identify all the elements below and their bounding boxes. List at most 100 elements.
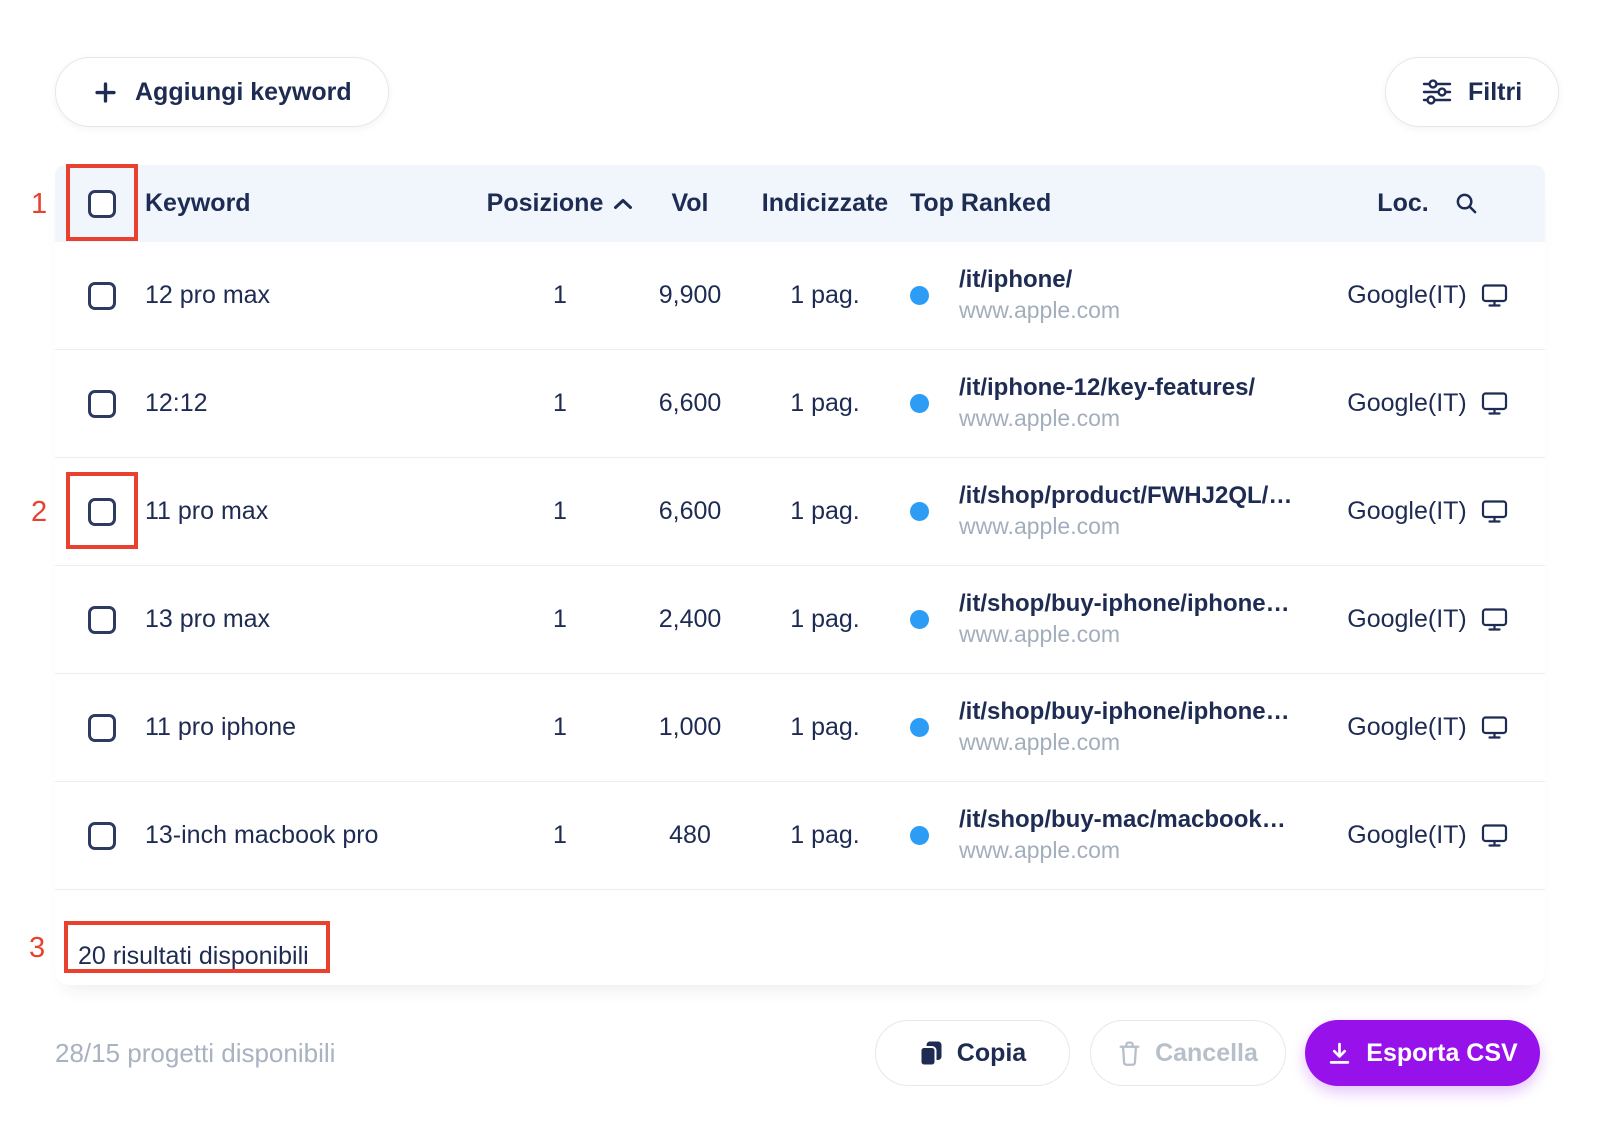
keyword-label: 13-inch macbook pro bbox=[145, 821, 378, 849]
header-volume[interactable]: Vol bbox=[640, 189, 740, 218]
location-cell: Google(IT) bbox=[1335, 605, 1520, 634]
trash-icon bbox=[1118, 1040, 1141, 1067]
position-cell: 1 bbox=[480, 821, 640, 850]
desktop-device-icon bbox=[1481, 283, 1508, 308]
header-location: Loc. bbox=[1335, 189, 1520, 218]
position-cell: 1 bbox=[480, 497, 640, 526]
top-ranked-text: /it/iphone/ www.apple.com bbox=[959, 265, 1120, 325]
add-keyword-button[interactable]: Aggiungi keyword bbox=[55, 57, 389, 127]
position-cell: 1 bbox=[480, 713, 640, 742]
position-cell: 1 bbox=[480, 389, 640, 418]
rank-status-dot bbox=[910, 394, 929, 413]
top-ranked-text: /it/iphone-12/key-features/ www.apple.co… bbox=[959, 373, 1255, 433]
rank-status-dot bbox=[910, 826, 929, 845]
top-ranked-cell: /it/shop/buy-iphone/iphone… www.apple.co… bbox=[910, 697, 1335, 757]
keyword-cell: 12:12 bbox=[145, 389, 480, 418]
location-cell: Google(IT) bbox=[1335, 821, 1520, 850]
row-checkbox[interactable] bbox=[88, 606, 116, 634]
results-bar: 20 risultati disponibili bbox=[55, 927, 1545, 985]
select-all-checkbox[interactable] bbox=[88, 190, 116, 218]
header-position-label: Posizione bbox=[487, 189, 604, 218]
location-label: Google(IT) bbox=[1347, 713, 1466, 742]
indexed-cell: 1 pag. bbox=[740, 497, 910, 526]
search-icon[interactable] bbox=[1455, 192, 1478, 215]
top-ranked-domain: www.apple.com bbox=[959, 512, 1292, 541]
top-ranked-path[interactable]: /it/iphone/ bbox=[959, 265, 1120, 296]
keyword-label: 11 pro iphone bbox=[145, 713, 296, 741]
top-ranked-path[interactable]: /it/shop/buy-iphone/iphone… bbox=[959, 589, 1290, 620]
top-ranked-domain: www.apple.com bbox=[959, 296, 1120, 325]
top-ranked-path[interactable]: /it/shop/buy-mac/macbook… bbox=[959, 805, 1286, 836]
row-checkbox[interactable] bbox=[88, 498, 116, 526]
projects-available-label: 28/15 progetti disponibili bbox=[55, 1038, 335, 1069]
row-checkbox[interactable] bbox=[88, 714, 116, 742]
top-ranked-domain: www.apple.com bbox=[959, 404, 1255, 433]
header-top-ranked[interactable]: Top Ranked bbox=[910, 189, 1335, 218]
location-label: Google(IT) bbox=[1347, 605, 1466, 634]
annotation-number-3: 3 bbox=[29, 932, 45, 965]
volume-cell: 480 bbox=[640, 821, 740, 850]
export-csv-label: Esporta CSV bbox=[1366, 1039, 1517, 1068]
copy-label: Copia bbox=[957, 1039, 1026, 1068]
top-ranked-cell: /it/iphone-12/key-features/ www.apple.co… bbox=[910, 373, 1335, 433]
add-keyword-label: Aggiungi keyword bbox=[135, 78, 352, 107]
keyword-cell: 13 pro max bbox=[145, 605, 480, 634]
keyword-label: 12:12 bbox=[145, 389, 208, 417]
location-cell: Google(IT) bbox=[1335, 713, 1520, 742]
volume-cell: 1,000 bbox=[640, 713, 740, 742]
table-row: 12 pro max 1 9,900 1 pag. /it/iphone/ ww… bbox=[55, 242, 1545, 350]
location-label: Google(IT) bbox=[1347, 281, 1466, 310]
indexed-cell: 1 pag. bbox=[740, 389, 910, 418]
header-position[interactable]: Posizione bbox=[480, 189, 640, 218]
top-ranked-cell: /it/iphone/ www.apple.com bbox=[910, 265, 1335, 325]
sort-ascending-icon bbox=[613, 197, 633, 210]
location-label: Google(IT) bbox=[1347, 497, 1466, 526]
top-ranked-cell: /it/shop/product/FWHJ2QL/… www.apple.com bbox=[910, 481, 1335, 541]
position-cell: 1 bbox=[480, 605, 640, 634]
keyword-cell: 12 pro max bbox=[145, 281, 480, 310]
select-all-cell bbox=[88, 190, 145, 218]
annotation-number-1: 1 bbox=[31, 188, 47, 221]
indexed-cell: 1 pag. bbox=[740, 281, 910, 310]
top-ranked-path[interactable]: /it/shop/product/FWHJ2QL/… bbox=[959, 481, 1292, 512]
keyword-label: 13 pro max bbox=[145, 605, 270, 633]
top-ranked-path[interactable]: /it/iphone-12/key-features/ bbox=[959, 373, 1255, 404]
filters-button[interactable]: Filtri bbox=[1385, 57, 1559, 127]
export-csv-button[interactable]: Esporta CSV bbox=[1305, 1020, 1540, 1086]
indexed-cell: 1 pag. bbox=[740, 713, 910, 742]
top-ranked-text: /it/shop/product/FWHJ2QL/… www.apple.com bbox=[959, 481, 1292, 541]
top-ranked-text: /it/shop/buy-iphone/iphone… www.apple.co… bbox=[959, 589, 1290, 649]
row-checkbox[interactable] bbox=[88, 282, 116, 310]
row-checkbox-cell bbox=[88, 498, 145, 526]
delete-button[interactable]: Cancella bbox=[1090, 1020, 1286, 1086]
row-checkbox[interactable] bbox=[88, 822, 116, 850]
top-ranked-domain: www.apple.com bbox=[959, 836, 1286, 865]
table-row: 11 pro max 1 6,600 1 pag. /it/shop/produ… bbox=[55, 458, 1545, 566]
row-checkbox[interactable] bbox=[88, 390, 116, 418]
keyword-label: 12 pro max bbox=[145, 281, 270, 309]
volume-cell: 9,900 bbox=[640, 281, 740, 310]
top-ranked-cell: /it/shop/buy-iphone/iphone… www.apple.co… bbox=[910, 589, 1335, 649]
delete-label: Cancella bbox=[1155, 1039, 1258, 1068]
header-keyword[interactable]: Keyword bbox=[145, 189, 480, 218]
filters-label: Filtri bbox=[1468, 78, 1522, 107]
volume-cell: 2,400 bbox=[640, 605, 740, 634]
header-indexed[interactable]: Indicizzate bbox=[740, 189, 910, 218]
location-label: Google(IT) bbox=[1347, 389, 1466, 418]
download-icon bbox=[1327, 1041, 1352, 1066]
location-cell: Google(IT) bbox=[1335, 497, 1520, 526]
location-label: Google(IT) bbox=[1347, 821, 1466, 850]
desktop-device-icon bbox=[1481, 391, 1508, 416]
desktop-device-icon bbox=[1481, 823, 1508, 848]
top-ranked-text: /it/shop/buy-mac/macbook… www.apple.com bbox=[959, 805, 1286, 865]
top-ranked-path[interactable]: /it/shop/buy-iphone/iphone… bbox=[959, 697, 1290, 728]
annotation-number-2: 2 bbox=[31, 496, 47, 529]
keyword-cell: 11 pro iphone bbox=[145, 713, 480, 742]
keyword-cell: 11 pro max bbox=[145, 497, 480, 526]
table-row: 13 pro max 1 2,400 1 pag. /it/shop/buy-i… bbox=[55, 566, 1545, 674]
row-checkbox-cell bbox=[88, 390, 145, 418]
keywords-table: Keyword Posizione Vol Indicizzate Top Ra… bbox=[55, 165, 1545, 985]
copy-button[interactable]: Copia bbox=[875, 1020, 1070, 1086]
rank-status-dot bbox=[910, 610, 929, 629]
top-ranked-domain: www.apple.com bbox=[959, 728, 1290, 757]
